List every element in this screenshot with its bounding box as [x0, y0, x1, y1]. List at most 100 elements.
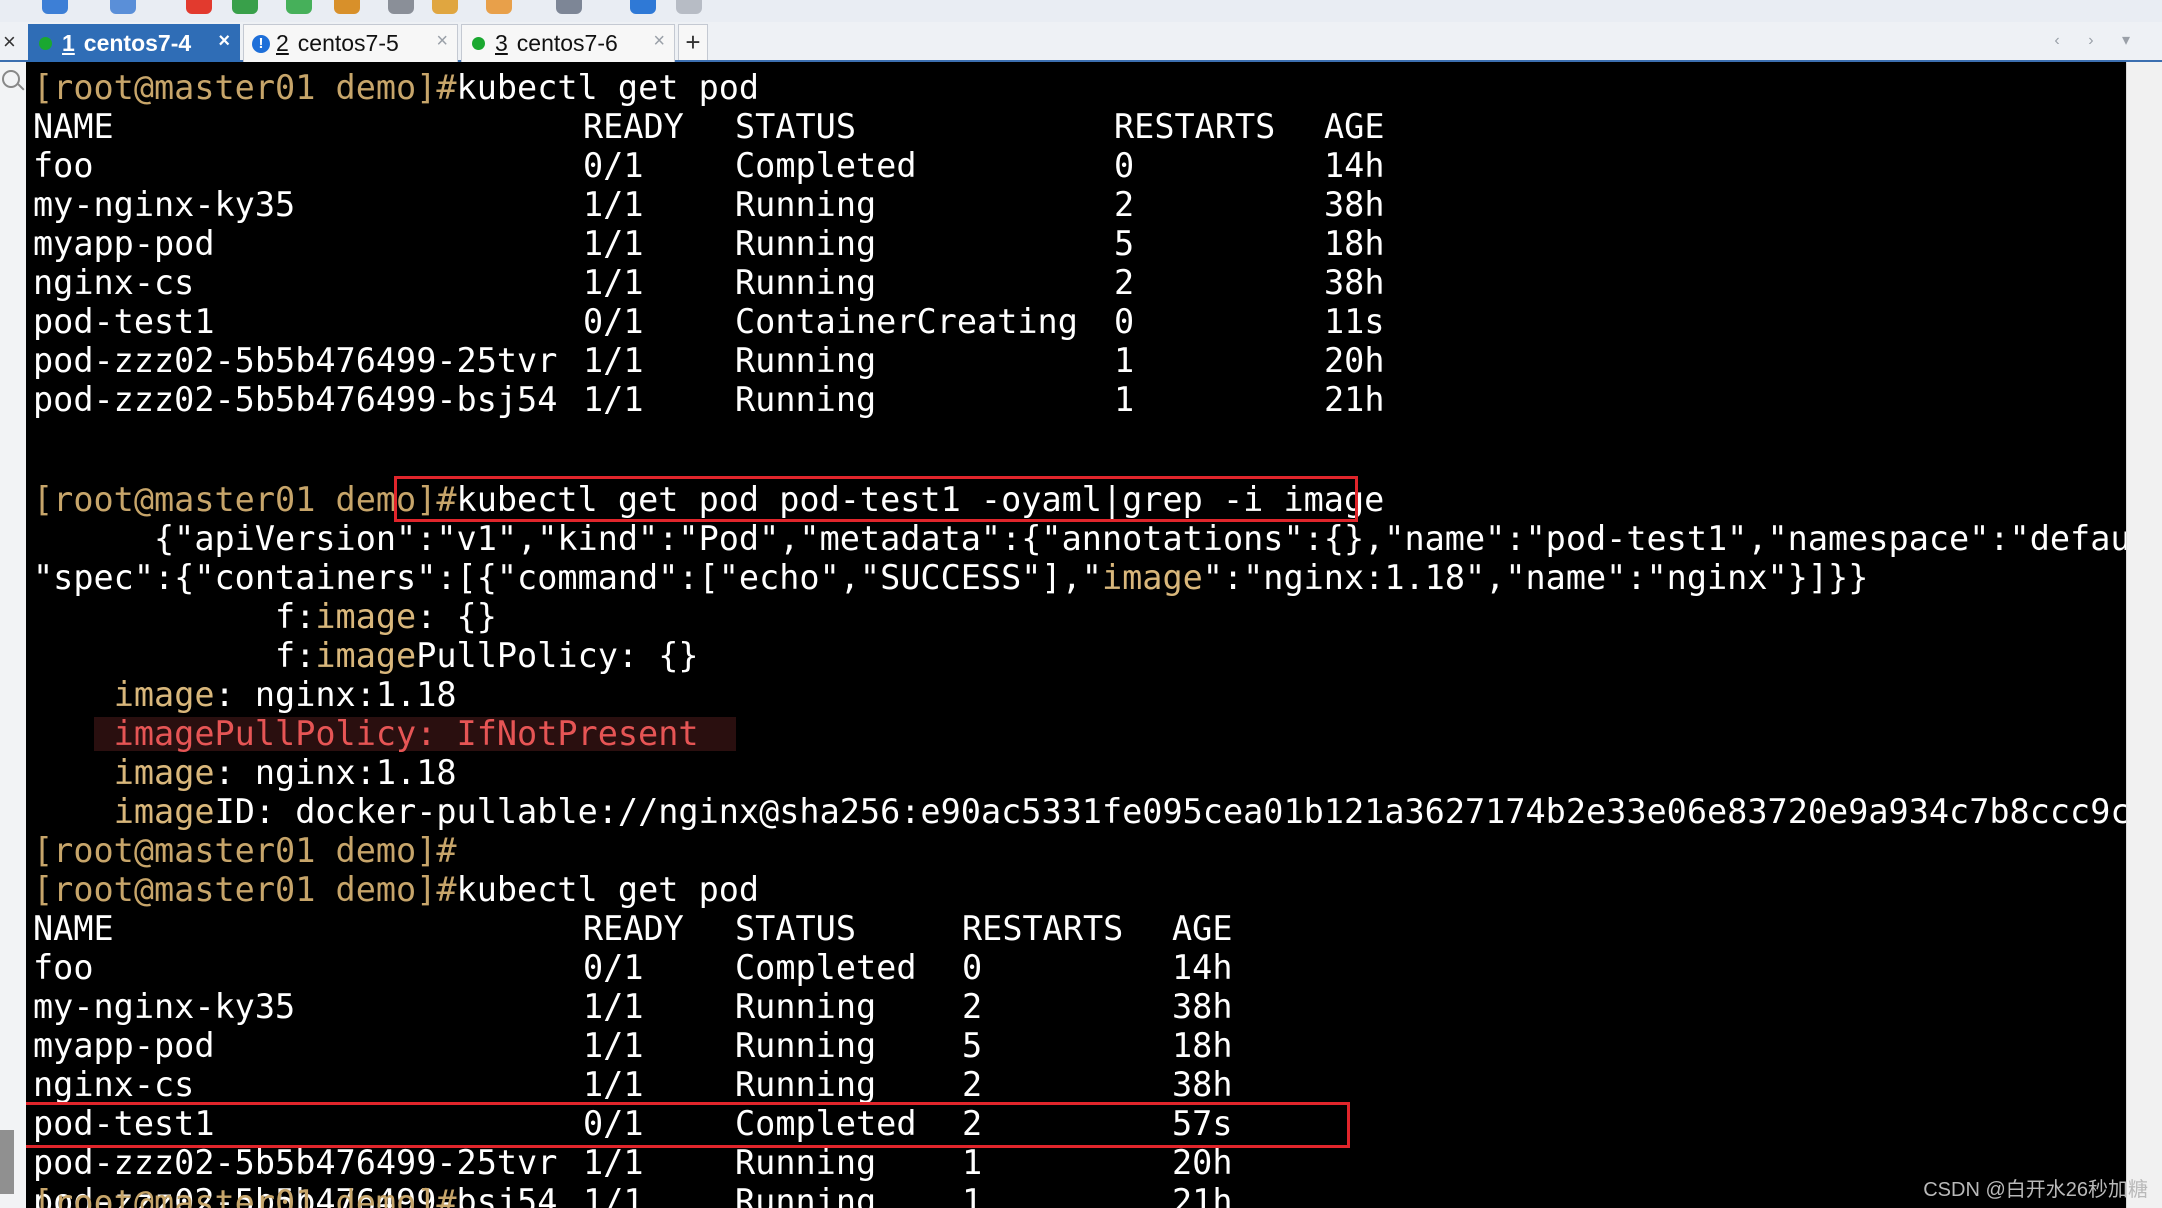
cell-age: 38h — [1172, 987, 1233, 1026]
tab-label: centos7-4 — [83, 30, 192, 56]
cell-pod-name: pod-zzz02-5b5b476499-25tvr — [33, 1143, 558, 1182]
cell-restarts: 2 — [962, 987, 983, 1026]
cell-status: ContainerCreating — [735, 302, 1078, 341]
transfer-icon[interactable] — [286, 0, 312, 14]
tab-centos7-5[interactable]: ! 2 centos7-5 × — [243, 24, 458, 62]
new-tab-button[interactable]: + — [678, 24, 708, 60]
keyboard-icon[interactable] — [388, 0, 414, 14]
folder-icon[interactable] — [486, 0, 512, 14]
chat-icon[interactable] — [676, 0, 702, 14]
cell-ready: 1/1 — [583, 1065, 644, 1104]
header-restarts: RESTARTS — [962, 909, 1124, 948]
terminal-pane[interactable]: [root@master01 demo]#kubectl get pod NAM… — [26, 62, 2126, 1208]
cell-pod-name: foo — [33, 948, 94, 987]
cell-ready: 1/1 — [583, 1182, 644, 1208]
cell-pod-name: pod-zzz02-5b5b476499-25tvr — [33, 341, 558, 380]
cell-restarts: 5 — [1114, 224, 1135, 263]
close-all-icon[interactable]: × — [3, 29, 16, 55]
cell-status: Running — [735, 1065, 877, 1104]
terminal-line: [root@master01 demo]# — [33, 832, 457, 870]
table-row: myapp-pod 1/1 Running 5 18h — [26, 1027, 1926, 1065]
cell-age: 38h — [1172, 1065, 1233, 1104]
grep-match: image — [315, 597, 417, 636]
cell-status: Running — [735, 987, 877, 1026]
terminal-line: [root@master01 demo]#kubectl get pod — [33, 871, 759, 909]
cell-status: Running — [735, 341, 877, 380]
cell-age: 14h — [1324, 146, 1385, 185]
lock-icon[interactable] — [334, 0, 360, 14]
annotation-box-pod-test1-row — [26, 1102, 1350, 1148]
command-text: kubectl get pod — [456, 68, 760, 107]
cell-pod-name: nginx-cs — [33, 263, 195, 302]
tab-label: centos7-6 — [516, 30, 618, 56]
shell-prompt: [root@master01 demo]# — [33, 831, 457, 870]
grep-output-line: "spec":{"containers":[{"command":["echo"… — [33, 558, 1869, 597]
connected-status-icon — [472, 37, 485, 50]
terminal-line: [root@master01 demo]# — [33, 1184, 457, 1208]
cell-ready: 1/1 — [583, 1143, 644, 1182]
cell-pod-name: nginx-cs — [33, 1065, 195, 1104]
grep-match: image — [315, 636, 417, 675]
cell-age: 20h — [1172, 1143, 1233, 1182]
tab-close-icon[interactable]: × — [218, 30, 230, 53]
tab-close-icon[interactable]: × — [653, 30, 665, 53]
table-row: nginx-cs 1/1 Running 2 38h — [26, 1066, 1926, 1104]
grep-output-line: f:image: {} — [33, 597, 497, 636]
cell-age: 21h — [1324, 380, 1385, 419]
grep-output-line: image: nginx:1.18 — [113, 753, 457, 792]
tab-close-icon[interactable]: × — [436, 30, 448, 53]
pen-icon[interactable] — [432, 0, 458, 14]
cell-age: 38h — [1324, 263, 1385, 302]
app-icon[interactable] — [232, 0, 258, 14]
cell-ready: 0/1 — [583, 948, 644, 987]
table-row: pod-zzz02-5b5b476499-25tvr 1/1 Running 1 20h — [26, 342, 1926, 380]
cell-ready: 1/1 — [583, 224, 644, 263]
chrome-icon[interactable] — [186, 0, 212, 14]
font-icon[interactable] — [110, 0, 136, 14]
table-row: my-nginx-ky35 1/1 Running 2 38h — [26, 988, 1926, 1026]
cell-status: Running — [735, 1143, 877, 1182]
grep-match: image — [113, 675, 215, 714]
cell-pod-name: myapp-pod — [33, 224, 215, 263]
sidebar-scroll-marker[interactable] — [0, 1130, 14, 1194]
cell-age: 20h — [1324, 341, 1385, 380]
tab-centos7-4[interactable]: 1 centos7-4 × — [28, 24, 240, 62]
cell-status: Running — [735, 185, 877, 224]
table-row: pod-zzz02-5b5b476499-bsj54 1/1 Running 1 21h — [26, 381, 1926, 419]
cell-age: 38h — [1324, 185, 1385, 224]
cell-pod-name: pod-test1 — [33, 302, 215, 341]
cell-ready: 0/1 — [583, 302, 644, 341]
globe-icon[interactable] — [42, 0, 68, 14]
info-status-icon: ! — [252, 34, 270, 53]
search-icon[interactable] — [2, 70, 20, 88]
header-restarts: RESTARTS — [1114, 107, 1276, 146]
table-row: my-nginx-ky35 1/1 Running 2 38h — [26, 186, 1926, 224]
layout-icon[interactable] — [556, 0, 582, 14]
terminal-line: [root@master01 demo]#kubectl get pod — [33, 69, 759, 107]
tab-centos7-6[interactable]: 3 centos7-6 × — [461, 24, 675, 62]
grep-match: image — [113, 792, 215, 831]
header-status: STATUS — [735, 107, 857, 146]
table-row: pod-test1 0/1 ContainerCreating 0 11s — [26, 303, 1926, 341]
cell-status: Running — [735, 380, 877, 419]
vertical-scrollbar[interactable] — [2126, 62, 2162, 1208]
grep-output-line: {"apiVersion":"v1","kind":"Pod","metadat… — [33, 519, 2126, 558]
table-header: NAME READY STATUS RESTARTS AGE — [26, 910, 1926, 948]
cell-ready: 1/1 — [583, 185, 644, 224]
cell-age: 11s — [1324, 302, 1385, 341]
left-sidebar — [0, 62, 27, 1208]
grep-output-line: f:imagePullPolicy: {} — [33, 636, 699, 675]
tab-scroll-arrows[interactable]: ‹ › ▾ — [2054, 30, 2142, 50]
header-ready: READY — [583, 107, 684, 146]
grep-output-line: image: nginx:1.18 — [113, 675, 457, 714]
cell-restarts: 1 — [962, 1143, 983, 1182]
cell-age: 14h — [1172, 948, 1233, 987]
cell-ready: 0/1 — [583, 146, 644, 185]
shell-prompt: [root@master01 demo]# — [33, 870, 457, 909]
shell-prompt: [root@master01 demo]# — [33, 480, 457, 519]
help-icon[interactable] — [630, 0, 656, 14]
cell-status: Running — [735, 263, 877, 302]
tab-number: 3 — [495, 30, 508, 56]
cell-pod-name: my-nginx-ky35 — [33, 185, 296, 224]
grep-output-line: imageID: docker-pullable://nginx@sha256:… — [113, 792, 2126, 831]
